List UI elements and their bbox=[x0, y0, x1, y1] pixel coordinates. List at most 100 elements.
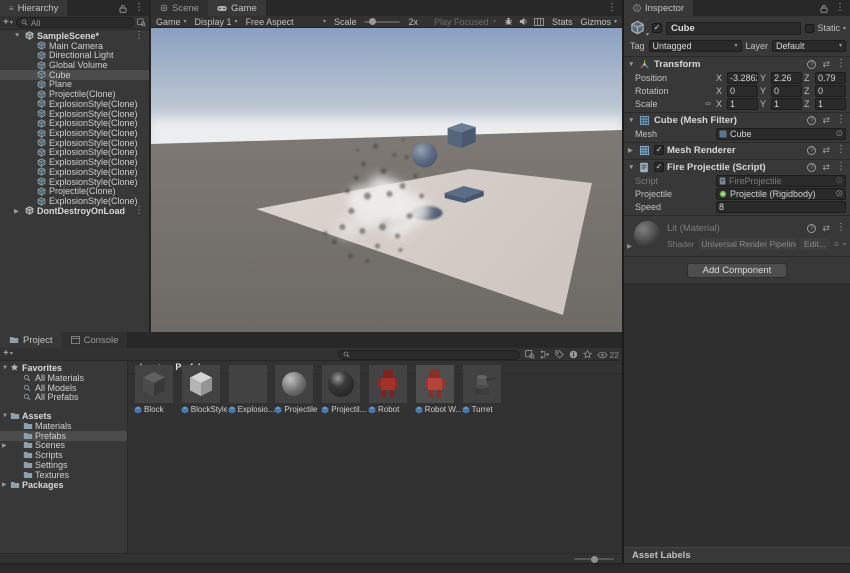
asset-item[interactable]: Robot bbox=[368, 365, 414, 414]
expand-arrow-icon[interactable]: ▼ bbox=[2, 413, 10, 419]
presets-icon[interactable]: ⇄ bbox=[822, 116, 830, 125]
speed-field[interactable]: 8 bbox=[716, 201, 846, 213]
presets-icon[interactable]: ⇄ bbox=[822, 163, 830, 172]
layer-dropdown[interactable]: Default▾ bbox=[772, 40, 846, 52]
gizmos-dropdown[interactable]: Gizmos▾ bbox=[580, 17, 617, 27]
scale-slider-knob[interactable] bbox=[369, 18, 376, 25]
hierarchy-item[interactable]: ▼SampleScene*⋮ bbox=[0, 31, 149, 41]
hierarchy-item[interactable]: ExplosionStyle(Clone) bbox=[0, 148, 149, 158]
display-mode-dropdown[interactable]: Game▾ bbox=[156, 17, 187, 27]
search-by-label-icon[interactable] bbox=[555, 350, 564, 359]
help-icon[interactable]: ? bbox=[807, 116, 816, 125]
project-tree-item[interactable]: Settings bbox=[0, 460, 127, 470]
material-preview-sphere[interactable] bbox=[634, 221, 661, 248]
asset-item[interactable]: BlockStyle bbox=[181, 365, 227, 414]
foldout-arrow-icon[interactable]: ▶ bbox=[628, 146, 636, 154]
tab-scene[interactable]: Scene bbox=[151, 0, 208, 16]
hierarchy-item[interactable]: Directional Light bbox=[0, 50, 149, 60]
projectile-object-field[interactable]: Projectile (Rigidbody) ⊙ bbox=[716, 188, 846, 200]
mesh-object-field[interactable]: Cube ⊙ bbox=[716, 128, 846, 140]
rotation-y-field[interactable]: 0 bbox=[771, 85, 802, 97]
tab-inspector[interactable]: Inspector bbox=[624, 0, 693, 16]
help-icon[interactable]: ? bbox=[807, 60, 816, 69]
gameobject-icon[interactable]: ▾ bbox=[630, 20, 648, 36]
hierarchy-item[interactable]: ExplosionStyle(Clone) bbox=[0, 118, 149, 128]
search-by-type-icon[interactable] bbox=[525, 350, 535, 359]
hierarchy-item[interactable]: Projectile(Clone) bbox=[0, 187, 149, 197]
name-field[interactable]: Cube bbox=[666, 22, 801, 35]
game-viewport[interactable] bbox=[151, 28, 622, 332]
component-enabled-checkbox[interactable]: ✓ bbox=[654, 162, 664, 172]
foldout-arrow-icon[interactable]: ▼ bbox=[628, 117, 636, 124]
metrics-icon[interactable] bbox=[534, 18, 544, 26]
favorites-filter-icon[interactable] bbox=[583, 350, 592, 359]
component-enabled-checkbox[interactable]: ✓ bbox=[654, 145, 664, 155]
asset-item[interactable]: Projectile bbox=[274, 365, 320, 414]
position-x-field[interactable]: -3.28621 bbox=[727, 72, 758, 84]
rotation-z-field[interactable]: 0 bbox=[815, 85, 846, 97]
scale-z-field[interactable]: 1 bbox=[815, 98, 846, 110]
object-picker-icon[interactable]: ⊙ bbox=[835, 129, 843, 138]
info-filter-icon[interactable] bbox=[569, 350, 578, 359]
search-filter-icon[interactable] bbox=[137, 18, 146, 27]
expand-arrow-icon[interactable]: ▶ bbox=[14, 207, 25, 215]
add-component-button[interactable]: Add Component bbox=[687, 263, 787, 278]
static-checkbox[interactable] bbox=[805, 24, 814, 33]
project-tree-item[interactable]: ▶Packages bbox=[0, 480, 127, 490]
hierarchy-item[interactable]: ExplosionStyle(Clone) bbox=[0, 167, 149, 177]
lock-icon[interactable] bbox=[119, 4, 127, 13]
hierarchy-search-input[interactable]: All bbox=[16, 17, 134, 28]
kebab-menu-icon[interactable]: ⋮ bbox=[134, 206, 144, 216]
fire-projectile-header[interactable]: ▼ ✓ Fire Projectile (Script) ?⇄⋮ bbox=[624, 160, 850, 174]
hierarchy-item[interactable]: ExplosionStyle(Clone) bbox=[0, 177, 149, 187]
hierarchy-item[interactable]: Plane bbox=[0, 80, 149, 90]
tab-console[interactable]: Console bbox=[62, 332, 128, 348]
asset-item[interactable]: Turret bbox=[462, 365, 508, 414]
kebab-menu-icon[interactable]: ⋮ bbox=[835, 3, 845, 13]
foldout-arrow-icon[interactable]: ▼ bbox=[628, 61, 636, 68]
project-tree-item[interactable]: ▼Favorites bbox=[0, 363, 127, 373]
kebab-menu-icon[interactable]: ⋮ bbox=[836, 59, 846, 69]
kebab-menu-icon[interactable]: ⋮ bbox=[836, 115, 846, 125]
scale-slider[interactable] bbox=[364, 21, 400, 23]
asset-labels-bar[interactable]: Asset Labels bbox=[624, 547, 850, 563]
project-tree-item[interactable]: Scripts bbox=[0, 450, 127, 460]
rotation-x-field[interactable]: 0 bbox=[727, 85, 758, 97]
project-tree-item[interactable]: All Materials bbox=[0, 373, 127, 383]
tab-project[interactable]: Project bbox=[0, 332, 62, 348]
transform-header[interactable]: ▼ Transform ?⇄⋮ bbox=[624, 57, 850, 71]
expand-arrow-icon[interactable]: ▼ bbox=[14, 32, 25, 39]
material-foldout-arrow-icon[interactable]: ▶ bbox=[627, 242, 632, 250]
presets-icon[interactable]: ⇄ bbox=[822, 224, 830, 233]
bug-icon[interactable] bbox=[504, 17, 513, 26]
help-icon[interactable]: ? bbox=[807, 224, 816, 233]
hierarchy-item[interactable]: ExplosionStyle(Clone) bbox=[0, 157, 149, 167]
hierarchy-item[interactable]: Projectile(Clone) bbox=[0, 89, 149, 99]
project-tree-item[interactable]: Prefabs bbox=[0, 431, 127, 441]
create-button[interactable]: +▾ bbox=[3, 18, 13, 28]
asset-item[interactable]: Explosio... bbox=[228, 365, 274, 414]
project-tree-item[interactable]: All Prefabs bbox=[0, 392, 127, 402]
scale-x-field[interactable]: 1 bbox=[727, 98, 758, 110]
stats-button[interactable]: Stats bbox=[552, 17, 573, 27]
tab-game[interactable]: Game bbox=[208, 0, 266, 16]
hierarchy-item[interactable]: Cube bbox=[0, 70, 149, 80]
expand-arrow-icon[interactable]: ▶ bbox=[2, 481, 10, 488]
hierarchy-item[interactable]: ExplosionStyle(Clone) bbox=[0, 109, 149, 119]
hierarchy-item[interactable]: Main Camera bbox=[0, 41, 149, 51]
tab-hierarchy[interactable]: ≡ Hierarchy bbox=[0, 0, 67, 16]
thumbnail-size-knob[interactable] bbox=[591, 556, 598, 563]
kebab-menu-icon[interactable]: ⋮ bbox=[134, 31, 144, 41]
sub-hierarchy-icon[interactable] bbox=[540, 350, 550, 359]
kebab-menu-icon[interactable]: ⋮ bbox=[836, 145, 846, 155]
project-tree-item[interactable]: Materials bbox=[0, 421, 127, 431]
thumbnail-size-slider[interactable] bbox=[574, 558, 614, 560]
hierarchy-item[interactable]: ExplosionStyle(Clone) bbox=[0, 196, 149, 206]
asset-item[interactable]: Projectil... bbox=[321, 365, 367, 414]
presets-icon[interactable]: ⇄ bbox=[822, 146, 830, 155]
create-button[interactable]: +▾ bbox=[3, 349, 13, 359]
position-y-field[interactable]: 2.26 bbox=[771, 72, 802, 84]
kebab-menu-icon[interactable]: ⋮ bbox=[607, 3, 617, 13]
hierarchy-item[interactable]: ExplosionStyle(Clone) bbox=[0, 128, 149, 138]
play-focused-dropdown[interactable]: Play Focused▾ bbox=[434, 17, 496, 27]
